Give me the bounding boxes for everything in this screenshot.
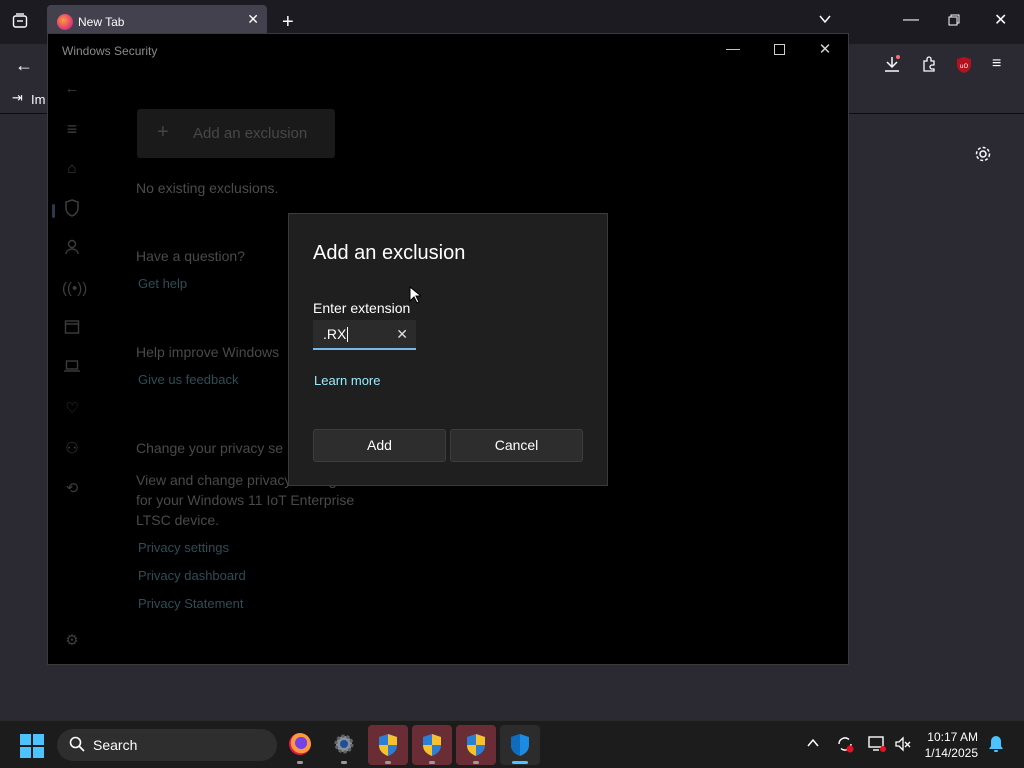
add-button[interactable]: Add	[313, 429, 446, 462]
privacy-dashboard-link[interactable]: Privacy dashboard	[138, 568, 246, 583]
mouse-cursor-icon	[409, 285, 423, 309]
device-security-icon[interactable]	[62, 359, 82, 379]
volume-muted-icon[interactable]	[894, 735, 912, 756]
uac-shield-icon	[423, 734, 441, 756]
ublock-icon[interactable]: uO	[955, 56, 973, 78]
dialog-title: Add an exclusion	[313, 242, 466, 264]
new-tab-plus-icon[interactable]: +	[282, 12, 294, 32]
device-health-icon[interactable]: ♡	[62, 399, 82, 419]
improve-heading: Help improve Windows	[136, 344, 280, 360]
add-exclusion-dialog: Add an exclusion Enter extension .RX ✕ L…	[288, 213, 608, 486]
back-icon[interactable]: ←	[62, 79, 82, 99]
ws-minimize-icon[interactable]: —	[723, 40, 743, 56]
running-indicator	[385, 761, 391, 764]
tab-title: New Tab	[78, 15, 125, 29]
privacy-text-line-3: LTSC device.	[136, 512, 219, 528]
notification-bell-icon[interactable]	[988, 735, 1004, 756]
settings-icon[interactable]: ⚙	[62, 631, 82, 651]
question-heading: Have a question?	[136, 248, 245, 264]
svg-text:uO: uO	[960, 63, 969, 70]
bookmark-import-label[interactable]: Im	[31, 92, 45, 107]
clear-input-icon[interactable]: ✕	[396, 326, 408, 343]
import-icon[interactable]: ⇥	[12, 91, 23, 104]
app-browser-control-icon[interactable]	[62, 319, 82, 339]
sync-alert-icon[interactable]	[836, 735, 854, 756]
home-icon[interactable]: ⌂	[62, 159, 82, 179]
extension-input-value: .RX	[323, 326, 349, 342]
privacy-settings-link[interactable]: Privacy settings	[138, 540, 229, 555]
taskbar: Search 10:17 AM 1/14/2025	[0, 720, 1024, 768]
back-arrow-icon[interactable]: ←	[15, 56, 33, 74]
taskbar-windows-security[interactable]	[500, 725, 540, 765]
protection-history-icon[interactable]: ⟲	[62, 479, 82, 499]
list-tabs-chevron-icon[interactable]	[818, 12, 832, 30]
menu-hamburger-icon[interactable]: ≡	[992, 56, 1001, 72]
no-exclusions-text: No existing exclusions.	[136, 180, 279, 196]
windows-security-shield-icon	[511, 734, 529, 756]
running-indicator	[297, 761, 303, 764]
close-tab-icon[interactable]: ✕	[247, 11, 259, 28]
extension-field-label: Enter extension	[313, 300, 411, 316]
settings-gear-icon[interactable]	[974, 145, 992, 167]
settings-gear-icon	[333, 733, 355, 760]
minimize-icon[interactable]: —	[903, 12, 919, 28]
search-icon	[69, 736, 85, 756]
uac-shield-icon	[467, 734, 485, 756]
firewall-network-icon[interactable]: ((•))	[62, 279, 87, 299]
start-windows-icon[interactable]	[20, 734, 44, 758]
ws-maximize-icon[interactable]	[769, 42, 789, 58]
network-disconnected-icon[interactable]	[868, 735, 886, 756]
virus-protection-shield-icon[interactable]	[62, 199, 82, 219]
taskbar-search[interactable]: Search	[57, 729, 277, 761]
taskbar-security-app-3[interactable]	[456, 725, 496, 765]
menu-icon[interactable]: ≡	[62, 119, 82, 139]
cancel-button[interactable]: Cancel	[450, 429, 583, 462]
get-help-link[interactable]: Get help	[138, 276, 187, 291]
restore-icon[interactable]	[948, 14, 960, 30]
taskbar-security-app-1[interactable]	[368, 725, 408, 765]
add-exclusion-button[interactable]: + Add an exclusion	[137, 109, 335, 158]
account-protection-icon[interactable]	[62, 239, 82, 259]
running-indicator	[429, 761, 435, 764]
downloads-icon[interactable]	[883, 55, 901, 77]
running-indicator	[341, 761, 347, 764]
feedback-link[interactable]: Give us feedback	[138, 372, 238, 387]
taskbar-clock[interactable]: 10:17 AM 1/14/2025	[925, 729, 978, 761]
privacy-text-line-2: for your Windows 11 IoT Enterprise	[136, 492, 355, 508]
family-options-icon[interactable]: ⚇	[62, 439, 82, 459]
running-indicator	[473, 761, 479, 764]
active-indicator	[512, 761, 528, 764]
plus-icon: +	[157, 121, 169, 143]
clock-date: 1/14/2025	[924, 746, 978, 760]
taskbar-security-app-2[interactable]	[412, 725, 452, 765]
show-hidden-icons-chevron-icon[interactable]	[806, 736, 820, 753]
privacy-heading: Change your privacy se	[136, 440, 284, 456]
uac-shield-icon	[379, 734, 397, 756]
taskbar-firefox[interactable]	[280, 725, 320, 765]
ws-close-icon[interactable]: ✕	[815, 40, 835, 58]
search-label: Search	[93, 737, 138, 753]
taskbar-settings[interactable]	[324, 725, 364, 765]
privacy-statement-link[interactable]: Privacy Statement	[138, 596, 244, 611]
close-icon[interactable]: ✕	[994, 13, 1007, 29]
tab-overview-icon[interactable]	[12, 13, 28, 33]
firefox-icon	[289, 733, 311, 755]
add-exclusion-label: Add an exclusion	[193, 125, 308, 142]
extensions-icon[interactable]	[921, 56, 937, 76]
firefox-icon	[57, 14, 73, 30]
window-title: Windows Security	[62, 44, 158, 58]
learn-more-link[interactable]: Learn more	[314, 373, 380, 388]
clock-time: 10:17 AM	[927, 730, 978, 744]
nav-active-indicator	[52, 204, 55, 218]
extension-input[interactable]: .RX ✕	[313, 320, 416, 350]
